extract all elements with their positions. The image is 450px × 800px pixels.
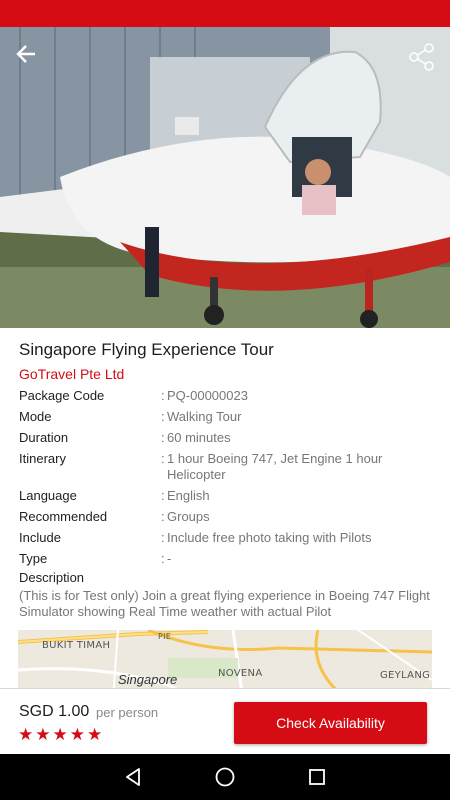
detail-value: Groups [167, 509, 210, 524]
detail-label: Mode [19, 409, 52, 424]
detail-label: Itinerary [19, 451, 66, 466]
nav-home-circle-icon [215, 767, 235, 787]
tour-title: Singapore Flying Experience Tour [19, 340, 274, 359]
detail-row-language: Language : English [19, 488, 431, 504]
detail-row-recommended: Recommended : Groups [19, 509, 431, 525]
map-label-bukit-timah: BUKIT TIMAH [42, 640, 111, 651]
nav-recents-button[interactable] [305, 765, 329, 789]
map-label-novena: NOVENA [218, 668, 263, 679]
check-availability-button[interactable]: Check Availability [234, 702, 427, 744]
detail-value: 1 hour Boeing 747, Jet Engine 1 hour Hel… [167, 451, 383, 482]
detail-value: PQ-00000023 [167, 388, 248, 403]
star-icon: ★ [87, 725, 103, 744]
map-label-singapore: Singapore [118, 672, 178, 687]
detail-value: 60 minutes [167, 430, 231, 445]
detail-label: Recommended [19, 509, 108, 524]
detail-row-duration: Duration :60 minutes [19, 430, 431, 446]
arrow-left-icon [16, 45, 35, 63]
detail-label: Language [19, 488, 77, 503]
rating-stars: ★ ★ ★ ★ ★ [18, 725, 102, 745]
detail-label: Include [19, 530, 61, 545]
description-label: Description [19, 570, 85, 585]
detail-label: Type [19, 551, 48, 566]
detail-row-include: Include : Include free photo taking with … [19, 530, 431, 546]
detail-label: Package Code [19, 388, 105, 403]
map-roads [18, 630, 432, 688]
detail-value: Include free photo taking with Pilots [167, 530, 372, 545]
detail-label: Duration [19, 430, 69, 445]
tour-hero-image [0, 27, 450, 328]
nav-back-button[interactable] [121, 765, 145, 789]
share-icon [409, 43, 434, 71]
star-icon: ★ [18, 725, 34, 744]
tour-details-panel: Singapore Flying Experience Tour GoTrave… [0, 328, 450, 688]
price-unit: per person [96, 705, 159, 720]
detail-row-mode: Mode : Walking Tour [19, 409, 431, 425]
nav-back-triangle-icon [126, 768, 140, 786]
map-label-geylang: GEYLANG [380, 670, 431, 681]
booking-bar: SGD 1.00 per person ★ ★ ★ ★ ★ Check Avai… [0, 688, 450, 754]
star-icon: ★ [52, 725, 68, 744]
operator-link[interactable]: GoTravel Pte Ltd [19, 366, 124, 382]
share-button[interactable] [408, 43, 442, 77]
detail-row-type: Type :- [19, 551, 431, 567]
detail-value: English [167, 488, 210, 503]
price-value: SGD 1.00 [19, 703, 90, 720]
description-text: (This is for Test only) Join a great fly… [19, 588, 430, 619]
star-icon: ★ [69, 725, 85, 744]
location-map[interactable]: BUKIT TIMAH PIE NOVENA Singapore GEYLANG [18, 630, 432, 688]
aircraft-photo [0, 27, 450, 328]
details-list: Package Code : PQ-00000023 Mode : Walking … [19, 388, 431, 572]
detail-value: - [167, 551, 172, 566]
nav-home-button[interactable] [213, 765, 237, 789]
detail-row-itinerary: Itinerary :1 hour Boeing 747, Jet Engine… [19, 451, 431, 483]
status-bar [0, 0, 450, 27]
nav-recents-square-icon [309, 769, 325, 785]
detail-value: Walking Tour [167, 409, 242, 424]
system-nav-bar [0, 754, 450, 800]
detail-row-package-code: Package Code : PQ-00000023 [19, 388, 431, 404]
back-button[interactable] [15, 43, 49, 77]
map-label-pie: PIE [158, 632, 172, 641]
star-icon: ★ [35, 725, 51, 744]
